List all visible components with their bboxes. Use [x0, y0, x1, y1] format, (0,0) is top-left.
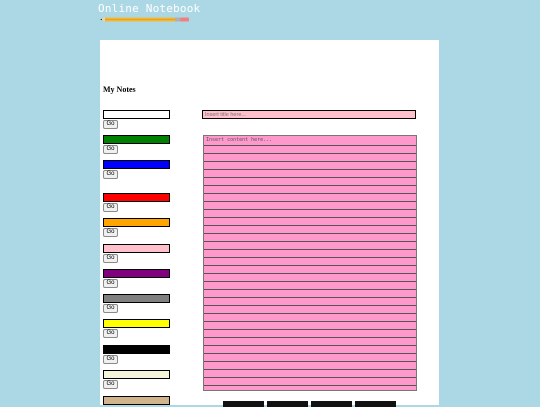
pencil-icon: [100, 17, 189, 22]
toolbar-button[interactable]: [311, 401, 352, 407]
go-button[interactable]: Go: [103, 355, 118, 364]
color-swatch[interactable]: [103, 160, 170, 169]
go-button[interactable]: Go: [103, 279, 118, 288]
color-swatch[interactable]: [103, 244, 170, 253]
note-title-input[interactable]: [202, 110, 416, 119]
note-color-item: Go: [103, 135, 170, 154]
note-color-item: Go: [103, 345, 170, 364]
note-color-item: Go: [103, 110, 170, 129]
color-swatch[interactable]: [103, 396, 170, 405]
note-content-area[interactable]: Insert content here...: [203, 135, 417, 391]
color-swatch[interactable]: [103, 110, 170, 119]
go-button[interactable]: Go: [103, 228, 118, 237]
content-placeholder: Insert content here...: [206, 137, 273, 143]
go-button[interactable]: Go: [103, 329, 118, 338]
color-swatch[interactable]: [103, 193, 170, 202]
go-button[interactable]: Go: [103, 203, 118, 212]
color-swatch[interactable]: [103, 294, 170, 303]
color-swatch[interactable]: [103, 370, 170, 379]
go-button[interactable]: Go: [103, 120, 118, 129]
notebook-panel: My Notes Go Go Go Go Go Go Go Go Go Go G…: [100, 40, 439, 407]
go-button[interactable]: Go: [103, 254, 118, 263]
go-button[interactable]: Go: [103, 380, 118, 389]
note-color-item: Go: [103, 193, 170, 212]
go-button[interactable]: Go: [103, 304, 118, 313]
note-color-item: Go: [103, 160, 170, 179]
toolbar-button[interactable]: [267, 401, 308, 407]
app-title: Online Notebook: [98, 2, 201, 15]
color-swatch[interactable]: [103, 135, 170, 144]
my-notes-heading: My Notes: [103, 85, 136, 94]
note-color-item: Go: [103, 294, 170, 313]
color-swatch[interactable]: [103, 269, 170, 278]
color-swatch[interactable]: [103, 218, 170, 227]
note-color-item: Go: [103, 370, 170, 389]
note-color-item: Go: [103, 244, 170, 263]
note-color-item: Go: [103, 218, 170, 237]
go-button[interactable]: Go: [103, 145, 118, 154]
toolbar-button[interactable]: [355, 401, 396, 407]
note-color-item: [103, 396, 170, 405]
note-color-item: Go: [103, 319, 170, 338]
toolbar-button[interactable]: [223, 401, 264, 407]
color-swatch[interactable]: [103, 345, 170, 354]
color-swatch[interactable]: [103, 319, 170, 328]
note-color-item: Go: [103, 269, 170, 288]
go-button[interactable]: Go: [103, 170, 118, 179]
